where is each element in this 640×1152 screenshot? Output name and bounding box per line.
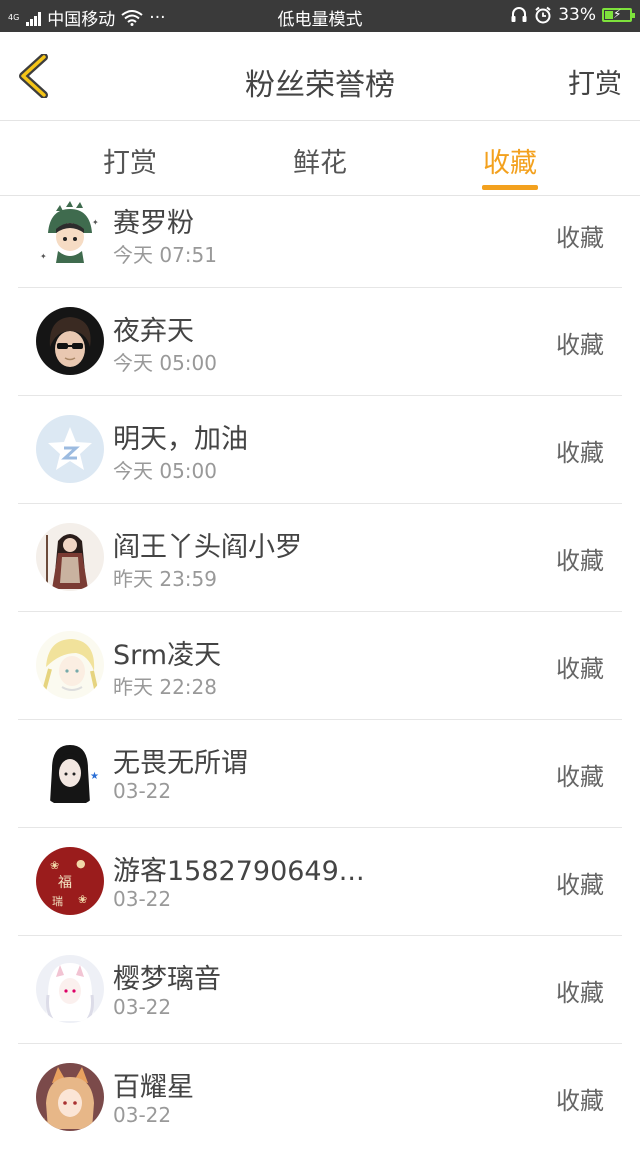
list-item[interactable]: ★ 无畏无所谓 03-22 收藏 — [0, 720, 640, 828]
tab-bar: 打赏 鲜花 收藏 — [0, 121, 640, 196]
list-item[interactable]: 阎王丫头阎小罗昨天 23:59 收藏 — [0, 504, 640, 612]
fan-name: 游客1582790649... — [113, 856, 365, 887]
favorite-action-label: 收藏 — [556, 547, 604, 575]
svg-text:福: 福 — [58, 875, 72, 891]
tab-flowers[interactable]: 鲜花 — [270, 141, 370, 180]
svg-text:瑞: 瑞 — [52, 894, 63, 908]
red-calligraphy-avatar[interactable]: ❀ ● 福瑞 ❀ — [36, 847, 104, 915]
battery-icon: ⚡ — [602, 7, 635, 22]
fan-time: 03-22 — [113, 887, 172, 911]
list-item[interactable]: ✦ ✦ 赛罗粉 今天 07:51 收藏 — [0, 196, 640, 288]
reward-button[interactable]: 打赏 — [568, 62, 622, 101]
favorite-action-label: 收藏 — [556, 439, 604, 467]
list-item[interactable]: 夜弃天今天 05:00 收藏 — [0, 288, 640, 396]
fan-time: 昨天 22:28 — [113, 675, 217, 699]
svg-text:❀: ❀ — [50, 859, 59, 872]
robed-girl-avatar[interactable] — [36, 523, 104, 591]
svg-text:✦: ✦ — [92, 218, 99, 227]
fan-name: 无畏无所谓 — [113, 748, 248, 779]
fan-name: 明天，加油 — [113, 424, 248, 455]
fan-name: 樱梦璃音 — [113, 964, 221, 995]
fox-anime-avatar[interactable]: ✦ — [36, 1063, 104, 1131]
alarm-icon — [535, 6, 551, 24]
fan-time: 03-22 — [113, 1103, 172, 1127]
favorite-action-label: 收藏 — [556, 763, 604, 791]
svg-text:✦: ✦ — [40, 252, 47, 261]
list-item[interactable]: 樱梦璃音 03-22 收藏 — [0, 936, 640, 1044]
list-item[interactable]: ❀ ● 福瑞 ❀ 游客1582790649... 03-22 收藏 — [0, 828, 640, 936]
svg-text:✦: ✦ — [40, 1117, 48, 1128]
fan-time: 今天 07:51 — [113, 243, 217, 267]
fan-time: 03-22 — [113, 995, 172, 1019]
fan-name: 百耀星 — [113, 1072, 194, 1103]
fan-name: 夜弃天 — [113, 316, 194, 347]
fan-time: 昨天 23:59 — [113, 567, 217, 591]
favorite-action-label: 收藏 — [556, 331, 604, 359]
fan-name: 赛罗粉 — [113, 208, 194, 239]
fan-time: 今天 05:00 — [113, 459, 217, 483]
svg-text:★: ★ — [90, 771, 99, 782]
favorite-action-label: 收藏 — [556, 871, 604, 899]
list-item[interactable]: Srm凌天昨天 22:28 收藏 — [0, 612, 640, 720]
charging-icon: ⚡ — [613, 7, 622, 21]
blonde-anime-avatar[interactable] — [36, 631, 104, 699]
white-hair-anime-avatar[interactable] — [36, 955, 104, 1023]
favorite-action-label: 收藏 — [556, 1087, 604, 1115]
svg-text:❀: ❀ — [78, 893, 87, 906]
favorite-action-label: 收藏 — [556, 224, 604, 252]
fan-list: ✦ ✦ 赛罗粉 今天 07:51 收藏 夜弃天 今天 05:00 收藏 明天，加油 今天 05:0… — [0, 196, 640, 1152]
favorite-action-label: 收藏 — [556, 979, 604, 1007]
sunglasses-boy-avatar[interactable] — [36, 307, 104, 375]
default-star-avatar[interactable] — [36, 415, 104, 483]
headset-icon — [511, 7, 527, 22]
battery-level — [605, 11, 613, 19]
favorite-action-label: 收藏 — [556, 655, 604, 683]
list-item[interactable]: ✦ 百耀星 03-22 收藏 — [0, 1044, 640, 1152]
status-bar: 4G 中国移动 ··· 低电量模式 33% ⚡ — [0, 0, 640, 32]
page-title: 粉丝荣誉榜 — [245, 68, 395, 103]
fan-time: 今天 05:00 — [113, 351, 217, 375]
list-item[interactable]: 明天，加油今天 05:00 收藏 — [0, 396, 640, 504]
title-bar: 粉丝荣誉榜 打赏 — [0, 32, 640, 121]
fan-name: Srm凌天 — [113, 640, 222, 671]
dark-hair-avatar[interactable]: ★ — [36, 739, 104, 807]
tab-reward[interactable]: 打赏 — [80, 141, 180, 180]
fan-time: 03-22 — [113, 779, 172, 803]
svg-text:●: ● — [76, 857, 86, 870]
dinosaur-hood-avatar[interactable]: ✦ ✦ — [36, 199, 104, 267]
fan-name: 阎王丫头阎小罗 — [113, 532, 302, 563]
active-tab-indicator — [482, 185, 538, 190]
battery-percent: 33% — [558, 5, 596, 25]
tab-favorites[interactable]: 收藏 — [460, 141, 560, 180]
